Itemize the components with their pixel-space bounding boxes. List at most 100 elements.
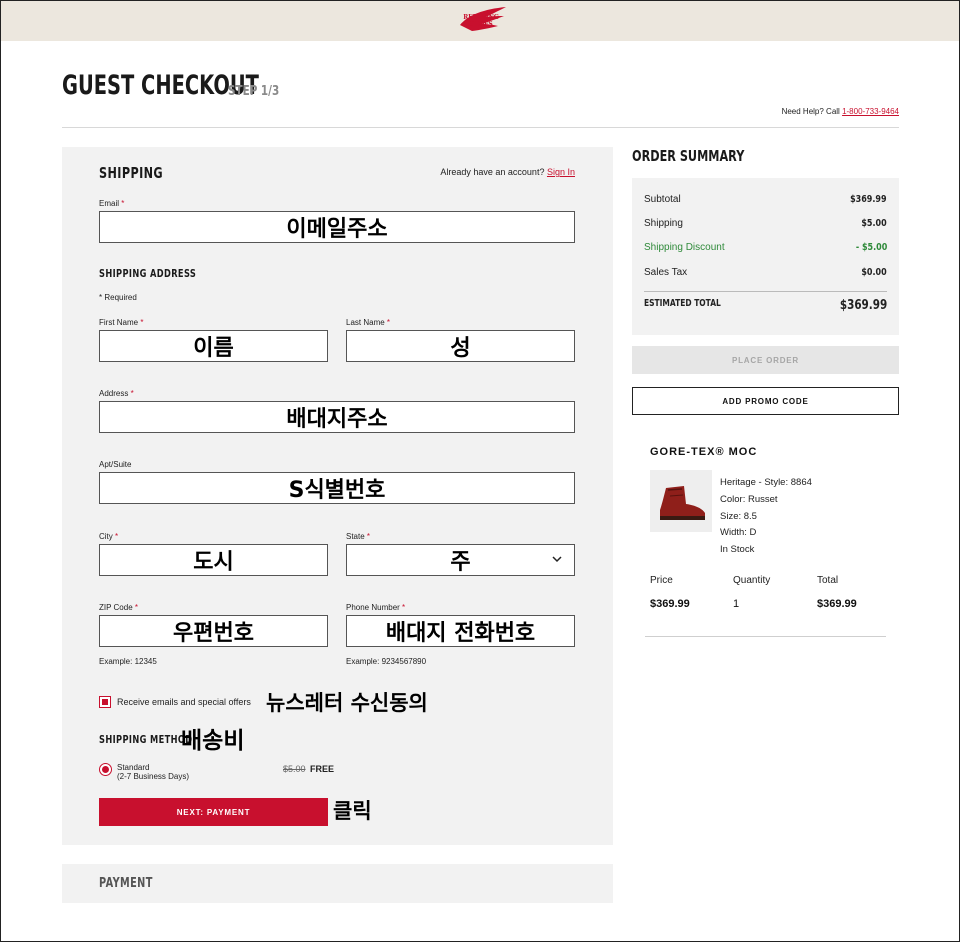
email-label-text: Email	[99, 199, 120, 208]
newsletter-annotation: 뉴스레터 수신동의	[266, 691, 428, 715]
chevron-down-icon	[552, 556, 562, 563]
site-header: RED WING SHOES	[1, 1, 959, 41]
free-shipping-label: FREE	[310, 764, 335, 774]
state-select[interactable]: 주	[346, 544, 575, 576]
product-color: Color: Russet	[720, 494, 778, 505]
summary-divider	[644, 291, 887, 292]
zip-hint: Example: 12345	[99, 657, 157, 666]
product-name: GORE-TEX® MOC	[650, 446, 758, 458]
phone-label-text: Phone Number	[346, 603, 400, 612]
phone-hint: Example: 9234567890	[346, 657, 427, 666]
first-name-field[interactable]: 이름	[99, 330, 328, 362]
standard-shipping-radio[interactable]	[99, 763, 112, 776]
newsletter-checkbox[interactable]	[99, 696, 111, 708]
sales-tax-value: $0.00	[861, 267, 887, 278]
add-promo-code-button[interactable]: ADD PROMO CODE	[632, 387, 899, 415]
total-header: Total	[817, 575, 839, 586]
price-header: Price	[650, 575, 673, 586]
estimated-total-row: ESTIMATED TOTAL $369.99	[644, 298, 887, 313]
standard-name: Standard	[117, 763, 150, 772]
original-shipping-price: $5.00	[283, 764, 306, 774]
last-name-field[interactable]: 성	[346, 330, 575, 362]
shipping-method-annotation: 배송비	[181, 728, 245, 754]
divider	[62, 127, 899, 128]
apt-field[interactable]: S식별번호	[99, 472, 575, 504]
account-prompt: Already have an account? Sign In	[440, 167, 575, 177]
standard-shipping-label: Standard (2-7 Business Days)	[117, 763, 189, 781]
phone-field[interactable]: 배대지 전화번호	[346, 615, 575, 647]
shipping-discount-row: Shipping Discount - $5.00	[644, 242, 887, 253]
required-marker: *	[115, 532, 119, 541]
zip-field[interactable]: 우편번호	[99, 615, 328, 647]
sales-tax-row: Sales Tax $0.00	[644, 267, 887, 278]
estimated-total-label: ESTIMATED TOTAL	[644, 298, 721, 309]
phone-label: Phone Number *	[346, 603, 405, 612]
zip-label-text: ZIP Code	[99, 603, 133, 612]
email-field[interactable]: 이메일주소	[99, 211, 575, 243]
required-marker: *	[121, 199, 125, 208]
city-label: City *	[99, 532, 118, 541]
shipping-discount-label: Shipping Discount	[644, 242, 725, 253]
required-marker: *	[366, 532, 371, 541]
city-field[interactable]: 도시	[99, 544, 328, 576]
newsletter-label: Receive emails and special offers	[117, 697, 251, 707]
required-marker: *	[134, 603, 139, 612]
help-phone-link[interactable]: 1-800-733-9464	[842, 107, 899, 116]
first-name-label-text: First Name	[99, 318, 139, 327]
shipping-panel: SHIPPING Already have an account? Sign I…	[62, 147, 613, 845]
last-name-label-text: Last Name	[346, 318, 385, 327]
payment-heading: PAYMENT	[99, 876, 153, 891]
shipping-discount-value: - $5.00	[855, 242, 887, 253]
product-stock: In Stock	[720, 544, 755, 555]
address-field[interactable]: 배대지주소	[99, 401, 575, 433]
required-marker: *	[140, 318, 144, 327]
first-name-label: First Name *	[99, 318, 143, 327]
shipping-address-heading: SHIPPING ADDRESS	[99, 267, 197, 280]
last-name-label: Last Name *	[346, 318, 390, 327]
place-order-button[interactable]: PLACE ORDER	[632, 346, 899, 374]
order-summary-box: Subtotal $369.99 Shipping $5.00 Shipping…	[632, 178, 899, 335]
quantity-header: Quantity	[733, 575, 771, 586]
shipping-cost-value: $5.00	[861, 218, 887, 229]
apt-label: Apt/Suite	[99, 460, 132, 469]
shipping-cost-label: Shipping	[644, 218, 683, 229]
email-label: Email *	[99, 199, 124, 208]
red-wing-logo[interactable]: RED WING SHOES	[454, 5, 508, 39]
address-label-text: Address	[99, 389, 129, 398]
account-prompt-text: Already have an account?	[440, 167, 545, 177]
shipping-row: Shipping $5.00	[644, 218, 887, 229]
order-summary-heading: ORDER SUMMARY	[632, 147, 745, 165]
quantity-value: 1	[733, 598, 740, 610]
required-marker: *	[130, 389, 134, 398]
product-width: Width: D	[720, 527, 757, 538]
shipping-method-heading: SHIPPING METHOD	[99, 733, 193, 746]
required-marker: *	[402, 603, 406, 612]
state-label-text: State	[346, 532, 365, 541]
product-divider	[645, 636, 886, 637]
required-note: * Required	[99, 293, 137, 302]
product-size: Size: 8.5	[720, 511, 757, 522]
sales-tax-label: Sales Tax	[644, 267, 688, 278]
subtotal-label: Subtotal	[644, 194, 681, 205]
subtotal-row: Subtotal $369.99	[644, 194, 887, 205]
zip-label: ZIP Code *	[99, 603, 138, 612]
shipping-heading: SHIPPING	[99, 164, 164, 182]
address-label: Address *	[99, 389, 134, 398]
sign-in-link[interactable]: Sign In	[547, 167, 575, 177]
payment-panel[interactable]: PAYMENT	[62, 864, 613, 903]
product-style: Heritage - Style: 8864	[720, 477, 812, 488]
logo-wordmark: RED WING SHOES	[463, 14, 499, 28]
estimated-total-value: $369.99	[839, 298, 887, 313]
help-text: Need Help? Call 1-800-733-9464	[782, 107, 899, 116]
next-payment-button[interactable]: NEXT: PAYMENT	[99, 798, 328, 826]
state-label: State *	[346, 532, 370, 541]
state-value: 주	[450, 550, 471, 575]
step-indicator: STEP 1/3	[228, 84, 280, 99]
city-label-text: City	[99, 532, 113, 541]
help-label: Need Help? Call	[781, 107, 843, 116]
product-image[interactable]	[650, 470, 712, 532]
required-marker: *	[386, 318, 391, 327]
price-value: $369.99	[650, 598, 690, 610]
standard-days: (2-7 Business Days)	[117, 772, 190, 781]
click-annotation: 클릭	[333, 799, 372, 823]
